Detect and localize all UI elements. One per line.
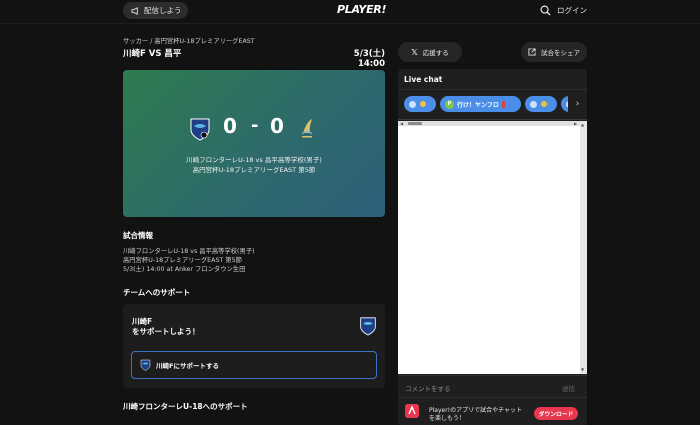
exclamation-icon: [501, 100, 505, 108]
reaction-chip[interactable]: P 行け！ヤンフロ: [440, 96, 521, 112]
megaphone-icon: [131, 6, 138, 15]
broadcast-label: 配信しよう: [144, 6, 182, 15]
reaction-chip[interactable]: [404, 96, 436, 112]
chat-messages-frame: ◀ ▶ ▲ ▼: [398, 119, 587, 374]
player-logo[interactable]: PLAYER!: [337, 3, 387, 16]
download-button[interactable]: ダウンロード: [534, 407, 578, 420]
home-score: 0: [223, 114, 237, 138]
player-app-icon: [405, 404, 419, 418]
horizontal-scrollbar[interactable]: ◀ ▶: [398, 121, 580, 126]
divider: [398, 89, 587, 90]
breadcrumb[interactable]: サッカー / 高円宮杯U-18プレミアリーグEAST: [123, 36, 255, 45]
emoji-icon: [541, 101, 547, 107]
scroll-up-icon[interactable]: ▲: [581, 122, 584, 127]
kawasaki-crest-icon: [360, 317, 376, 336]
login-link[interactable]: ログイン: [557, 5, 587, 16]
support-button-label: 川崎Fにサポートする: [156, 362, 219, 370]
scroll-right-icon[interactable]: ▶: [574, 121, 577, 126]
point-icon: P: [445, 99, 454, 109]
scroll-down-icon[interactable]: ▼: [581, 367, 584, 372]
page-title: 川崎F VS 昌平: [123, 49, 182, 59]
user-icon: [409, 100, 416, 108]
support-team-button[interactable]: 川崎Fにサポートする: [131, 351, 377, 379]
chevron-right-icon[interactable]: ›: [568, 96, 587, 112]
scroll-thumb[interactable]: [408, 122, 422, 125]
emoji-icon: [420, 101, 426, 107]
away-score: 0: [270, 114, 284, 138]
club-support-heading: 川崎フロンターレU-18へのサポート: [123, 402, 248, 411]
cheer-label: 応援する: [422, 49, 449, 57]
team-support-heading: チームへのサポート: [123, 288, 191, 297]
reaction-chip[interactable]: [525, 96, 557, 112]
live-chat-title: Live chat: [404, 75, 443, 84]
scroll-left-icon[interactable]: ◀: [400, 121, 403, 126]
share-label: 試合をシェア: [541, 49, 580, 57]
comment-input-row[interactable]: コメントをする 送信: [398, 375, 587, 397]
match-info-line: 川崎フロンターレU-18 vs 昌平高等学校(男子): [123, 248, 255, 255]
top-bar: 配信しよう PLAYER! ログイン: [0, 0, 700, 24]
match-info-line: 高円宮杯U-18プレミアリーグEAST 第5節: [123, 257, 242, 264]
app-promo-banner: Player!のアプリで試合やチャット を楽しもう！ ダウンロード: [398, 397, 587, 425]
support-card: 川崎F をサポートしよう！ 川崎Fにサポートする: [123, 304, 385, 388]
reaction-chips: P 行け！ヤンフロ: [404, 96, 587, 112]
send-button[interactable]: 送信: [562, 383, 575, 393]
broadcast-button[interactable]: 配信しよう: [123, 2, 188, 19]
live-chat-panel: Live chat P 行け！ヤンフロ › ◀ ▶ ▲ ▼ コメントをする 送信…: [398, 69, 587, 425]
match-datetime: 5/3(土) 14:00: [353, 49, 385, 69]
vertical-scrollbar[interactable]: ▲ ▼: [580, 121, 587, 374]
kawasaki-crest-icon: [190, 118, 210, 141]
cheer-button[interactable]: 𝕏 応援する: [398, 42, 462, 62]
search-icon[interactable]: [540, 5, 551, 16]
match-info-line: 5/3(土) 14:00 at Anker フロンタウン生田: [123, 266, 246, 273]
score-separator: -: [251, 115, 259, 136]
match-teams-text: 川崎フロンターレU-18 vs 昌平高等学校(男子): [186, 156, 322, 164]
support-cta-text: をサポートしよう！: [132, 327, 200, 336]
share-icon: [528, 48, 536, 56]
match-league-text: 高円宮杯U-18プレミアリーグEAST 第5節: [192, 166, 316, 174]
share-match-button[interactable]: 試合をシェア: [521, 42, 587, 62]
match-info-heading: 試合情報: [123, 231, 153, 240]
chat-messages-area[interactable]: [398, 121, 580, 374]
x-logo-icon: 𝕏: [411, 47, 418, 57]
shohei-crest-icon: [301, 119, 313, 138]
app-promo-text: を楽しもう！: [429, 415, 465, 422]
score-card: 0 - 0 川崎フロンターレU-18 vs 昌平高等学校(男子) 高円宮杯U-1…: [123, 70, 385, 217]
kawasaki-crest-icon: [140, 359, 151, 371]
user-icon: [530, 100, 537, 108]
reaction-chip-label: 行け！ヤンフロ: [457, 101, 499, 109]
comment-input[interactable]: コメントをする: [405, 383, 451, 393]
